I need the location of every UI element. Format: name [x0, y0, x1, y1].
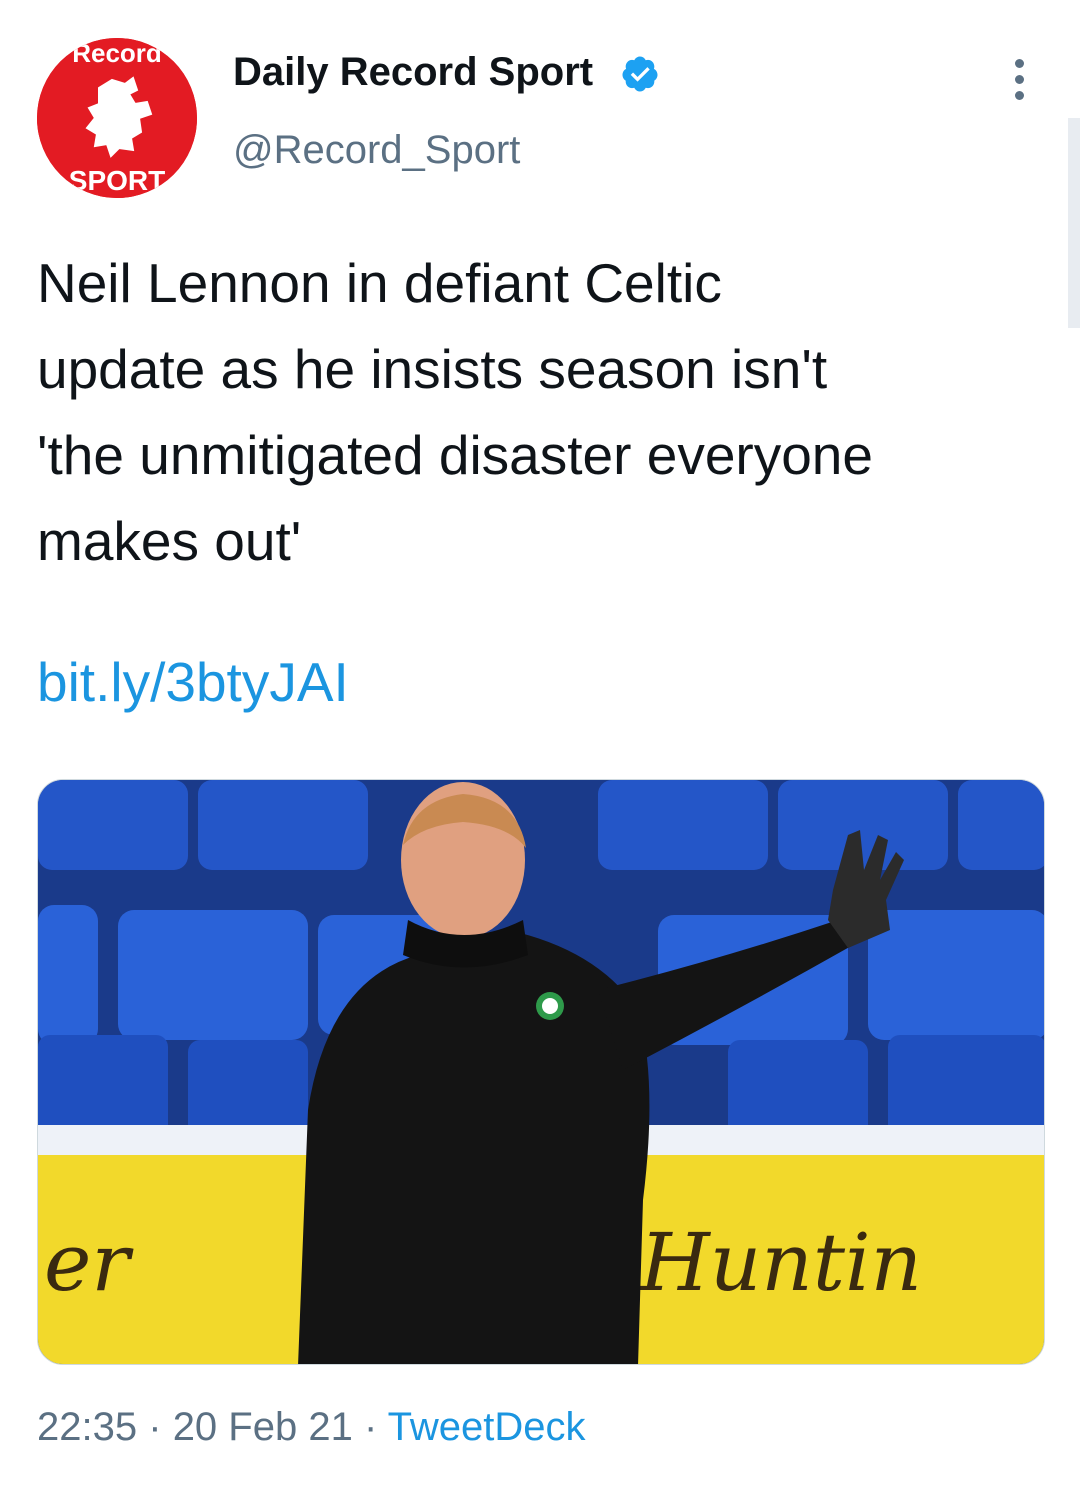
avatar-bottom-text: SPORT: [69, 165, 165, 196]
tweet-source-link[interactable]: TweetDeck: [388, 1405, 586, 1449]
avatar-top-text: Record: [72, 38, 162, 68]
verified-badge-icon: [622, 56, 658, 92]
tweet-media-image[interactable]: er Huntin: [37, 779, 1045, 1365]
user-handle[interactable]: @Record_Sport: [233, 128, 520, 173]
banner-text-right: Huntin: [638, 1216, 922, 1309]
tweet-meta: 22:35 · 20 Feb 21 · TweetDeck: [37, 1405, 586, 1450]
tweet-text: Neil Lennon in defiant Celtic update as …: [37, 252, 873, 572]
tweet-date[interactable]: 20 Feb 21: [173, 1405, 353, 1449]
profile-avatar[interactable]: Record SPORT: [37, 38, 197, 198]
display-name[interactable]: Daily Record Sport: [233, 50, 593, 95]
tweet-time[interactable]: 22:35: [37, 1405, 137, 1449]
more-options-icon[interactable]: [1005, 55, 1035, 105]
scrollbar[interactable]: [1068, 118, 1080, 328]
meta-separator: ·: [148, 1405, 162, 1449]
tweet-link[interactable]: bit.ly/3btyJAI: [37, 650, 349, 714]
meta-separator: ·: [363, 1405, 378, 1449]
banner-text-left: er: [44, 1216, 134, 1309]
